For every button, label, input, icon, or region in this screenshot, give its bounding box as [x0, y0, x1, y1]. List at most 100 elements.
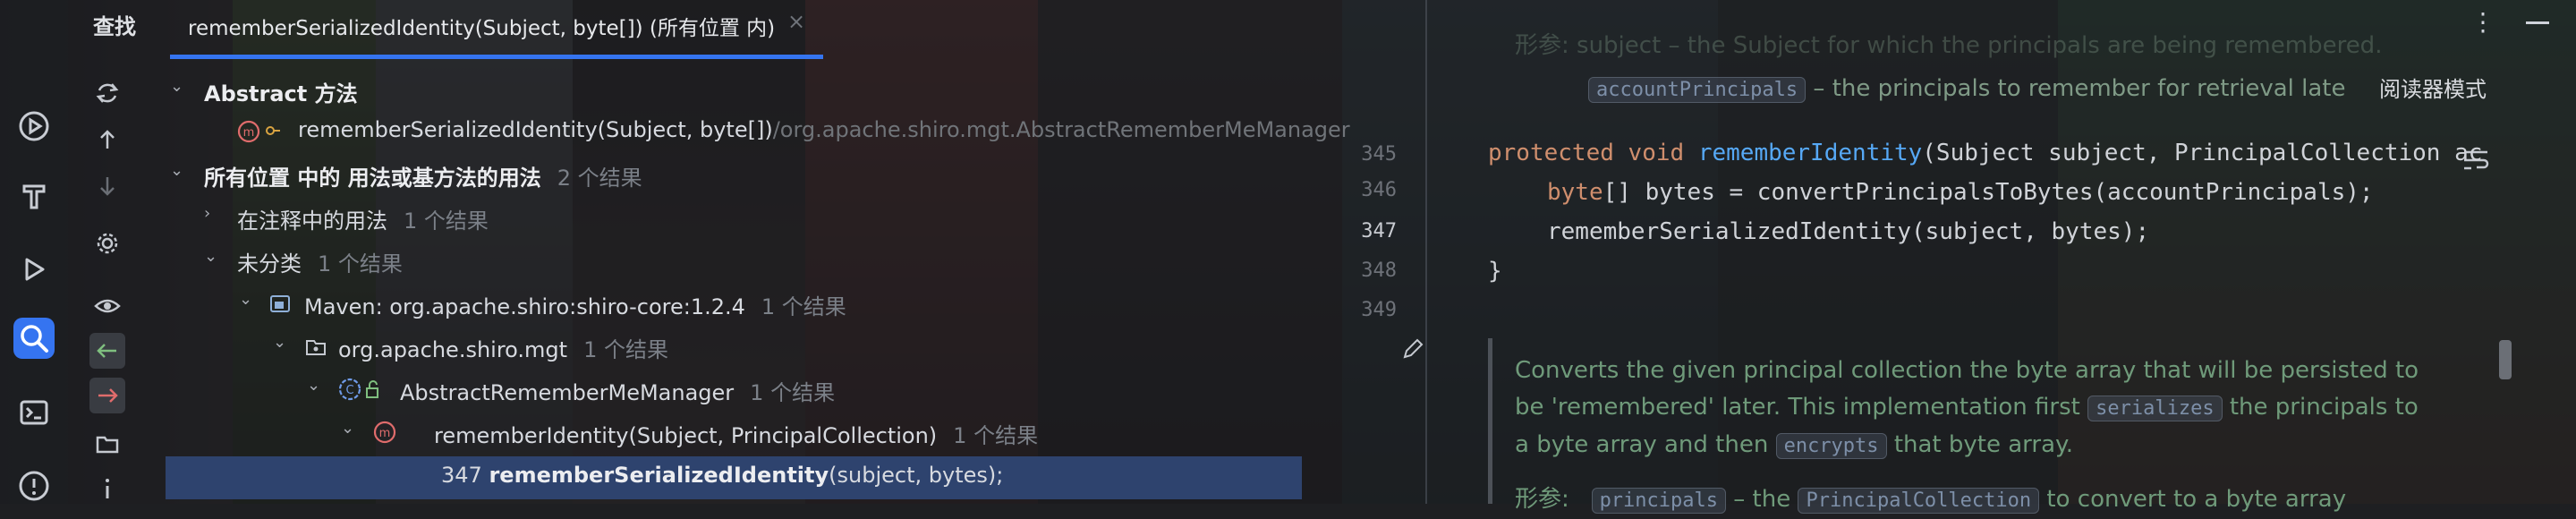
tab-find-results[interactable]: rememberSerializedIdentity(Subject, byte…: [170, 0, 823, 59]
class-icon: C: [338, 378, 361, 401]
svg-text:m: m: [379, 427, 391, 440]
keyword-token: byte: [1547, 179, 1603, 206]
code-text: [] bytes = convertPrincipalsToBytes(acco…: [1603, 179, 2374, 206]
run-icon[interactable]: [13, 249, 55, 290]
chevron-down-icon[interactable]: ⌄: [204, 247, 217, 266]
tree-node-package[interactable]: ⌄ org.apache.shiro.mgt 1 个结果: [166, 326, 1306, 369]
line-number: 348: [1361, 260, 1397, 282]
doc-param-desc: – the principals to remember for retriev…: [1806, 75, 2346, 102]
line-number: 349: [1361, 299, 1397, 321]
code-line-348: }: [1488, 258, 1502, 285]
tree-node-usage-result[interactable]: 347 rememberSerializedIdentity(subject, …: [166, 456, 1302, 499]
refresh-icon[interactable]: [89, 75, 125, 111]
function-name: rememberIdentity: [1697, 140, 1923, 166]
doc-text: to convert to a byte array: [2039, 486, 2347, 513]
doc-code-token: principals: [1591, 488, 1727, 514]
node-label: 在注释中的用法: [237, 208, 387, 234]
result-match: rememberSerializedIdentity: [489, 463, 829, 488]
doc-text: – the: [1726, 486, 1798, 513]
build-icon[interactable]: [13, 175, 55, 217]
line-number: 347: [1361, 220, 1397, 242]
line-number: 345: [1361, 143, 1397, 166]
chevron-down-icon[interactable]: ⌄: [239, 290, 252, 309]
package-icon: [306, 340, 326, 355]
navigate-back-icon[interactable]: [89, 333, 125, 369]
chevron-down-icon[interactable]: ⌄: [307, 376, 320, 395]
doc-text: that byte array.: [1893, 431, 2073, 458]
find-tool-icon[interactable]: [13, 318, 55, 359]
tree-node-abstract-methods[interactable]: ⌄ Abstract 方法: [166, 70, 1306, 113]
doc-text: 形参:: [1515, 486, 1569, 513]
result-count: 1 个结果: [318, 251, 403, 277]
node-label: Abstract 方法: [204, 81, 358, 106]
arrow-down-icon[interactable]: [89, 168, 125, 204]
result-count: 1 个结果: [583, 337, 668, 362]
doc-gutter-bar: [1488, 338, 1492, 504]
node-label: rememberIdentity(Subject, PrincipalColle…: [434, 423, 938, 448]
code-line-347: rememberSerializedIdentity(subject, byte…: [1547, 218, 2150, 245]
tab-label: rememberSerializedIdentity(Subject, byte…: [188, 17, 776, 40]
method-icon: m: [373, 421, 396, 444]
keyword-token: protected: [1488, 140, 1614, 166]
tree-node-in-comments[interactable]: › 在注释中的用法 1 个结果: [166, 197, 1306, 240]
eye-icon[interactable]: [89, 288, 125, 324]
doc-comment: Converts the given principal collection …: [1515, 353, 2436, 464]
arrow-up-icon[interactable]: [89, 122, 125, 157]
close-icon[interactable]: ×: [787, 9, 805, 34]
result-count: 1 个结果: [750, 380, 836, 405]
result-line-number: 347: [441, 463, 482, 488]
result-rest: (subject, bytes);: [829, 463, 1004, 488]
result-count: 2 个结果: [557, 166, 642, 191]
method-signature: rememberSerializedIdentity(Subject, byte…: [298, 117, 773, 142]
chevron-down-icon[interactable]: ⌄: [170, 161, 183, 180]
tree-node-method-definition[interactable]: m rememberSerializedIdentity(Subject, by…: [166, 111, 1350, 154]
tree-node-class[interactable]: ⌄ C AbstractRememberMeManager 1 个结果: [166, 369, 1306, 412]
info-icon[interactable]: [89, 471, 125, 506]
doc-params-top: 形参: subject – the Subject for which the …: [1515, 32, 2383, 59]
library-icon: [270, 295, 290, 312]
chevron-down-icon[interactable]: ⌄: [341, 419, 354, 438]
method-path: /org.apache.shiro.mgt.AbstractRememberMe…: [772, 117, 1350, 142]
gutter: 345 346 347 348 349: [1336, 0, 1427, 504]
result-count: 1 个结果: [761, 294, 846, 319]
tree-node-uncategorized[interactable]: ⌄ 未分类 1 个结果: [166, 240, 1306, 283]
node-label: org.apache.shiro.mgt: [338, 337, 568, 362]
usages-label: 用法或基方法的用法: [347, 166, 541, 191]
chevron-down-icon[interactable]: ⌄: [170, 77, 183, 96]
tree-node-method-usage[interactable]: ⌄ m rememberIdentity(Subject, PrincipalC…: [166, 412, 1306, 455]
chevron-down-icon[interactable]: ⌄: [273, 333, 286, 352]
gear-icon[interactable]: [89, 225, 125, 261]
code-line-346: byte[] bytes = convertPrincipalsToBytes(…: [1547, 179, 2374, 206]
lock-open-icon: [366, 380, 378, 398]
pencil-icon[interactable]: [1400, 336, 1425, 362]
doc-code-token: PrincipalCollection: [1798, 488, 2040, 514]
result-count: 1 个结果: [404, 208, 489, 234]
tool-window-strip: [0, 0, 68, 504]
navigate-forward-icon[interactable]: [89, 378, 125, 413]
line-number: 346: [1361, 179, 1397, 201]
svg-text:m: m: [243, 126, 255, 140]
node-label: AbstractRememberMeManager: [400, 380, 735, 405]
tree-node-all-usages[interactable]: ⌄ 所有位置 中的 用法或基方法的用法 2 个结果: [166, 154, 1306, 197]
doc-param-line: accountPrincipals – the principals to re…: [1588, 75, 2346, 103]
result-count: 1 个结果: [953, 423, 1039, 448]
terminal-icon[interactable]: [13, 392, 55, 433]
doc-params-bottom: 形参: principals – the PrincipalCollection…: [1515, 481, 2436, 519]
doc-code-token: encrypts: [1775, 433, 1887, 459]
reader-mode-toggle[interactable]: 阅读器模式: [2379, 72, 2487, 103]
scrollbar-thumb[interactable]: [2499, 340, 2512, 379]
method-icon: m: [237, 120, 260, 143]
node-label: 未分类: [237, 251, 302, 277]
chevron-right-icon[interactable]: ›: [204, 204, 210, 223]
services-icon[interactable]: [13, 106, 55, 147]
key-icon: [266, 126, 280, 135]
code-line-345: protected void rememberIdentity(Subject …: [1488, 140, 2482, 166]
tree-node-maven[interactable]: ⌄ Maven: org.apache.shiro:shiro-core:1.2…: [166, 283, 1306, 326]
minimize-icon[interactable]: [2526, 21, 2549, 24]
problems-icon[interactable]: [13, 465, 55, 506]
node-label: Maven: org.apache.shiro:shiro-core:1.2.4: [304, 294, 745, 319]
folder-filter-icon[interactable]: [89, 426, 125, 462]
doc-code-token: accountPrincipals: [1588, 77, 1807, 103]
more-vertical-icon[interactable]: ⋮: [2470, 7, 2495, 37]
editor-preview[interactable]: 345 346 347 348 349 形参: subject – the Su…: [1336, 0, 2576, 514]
